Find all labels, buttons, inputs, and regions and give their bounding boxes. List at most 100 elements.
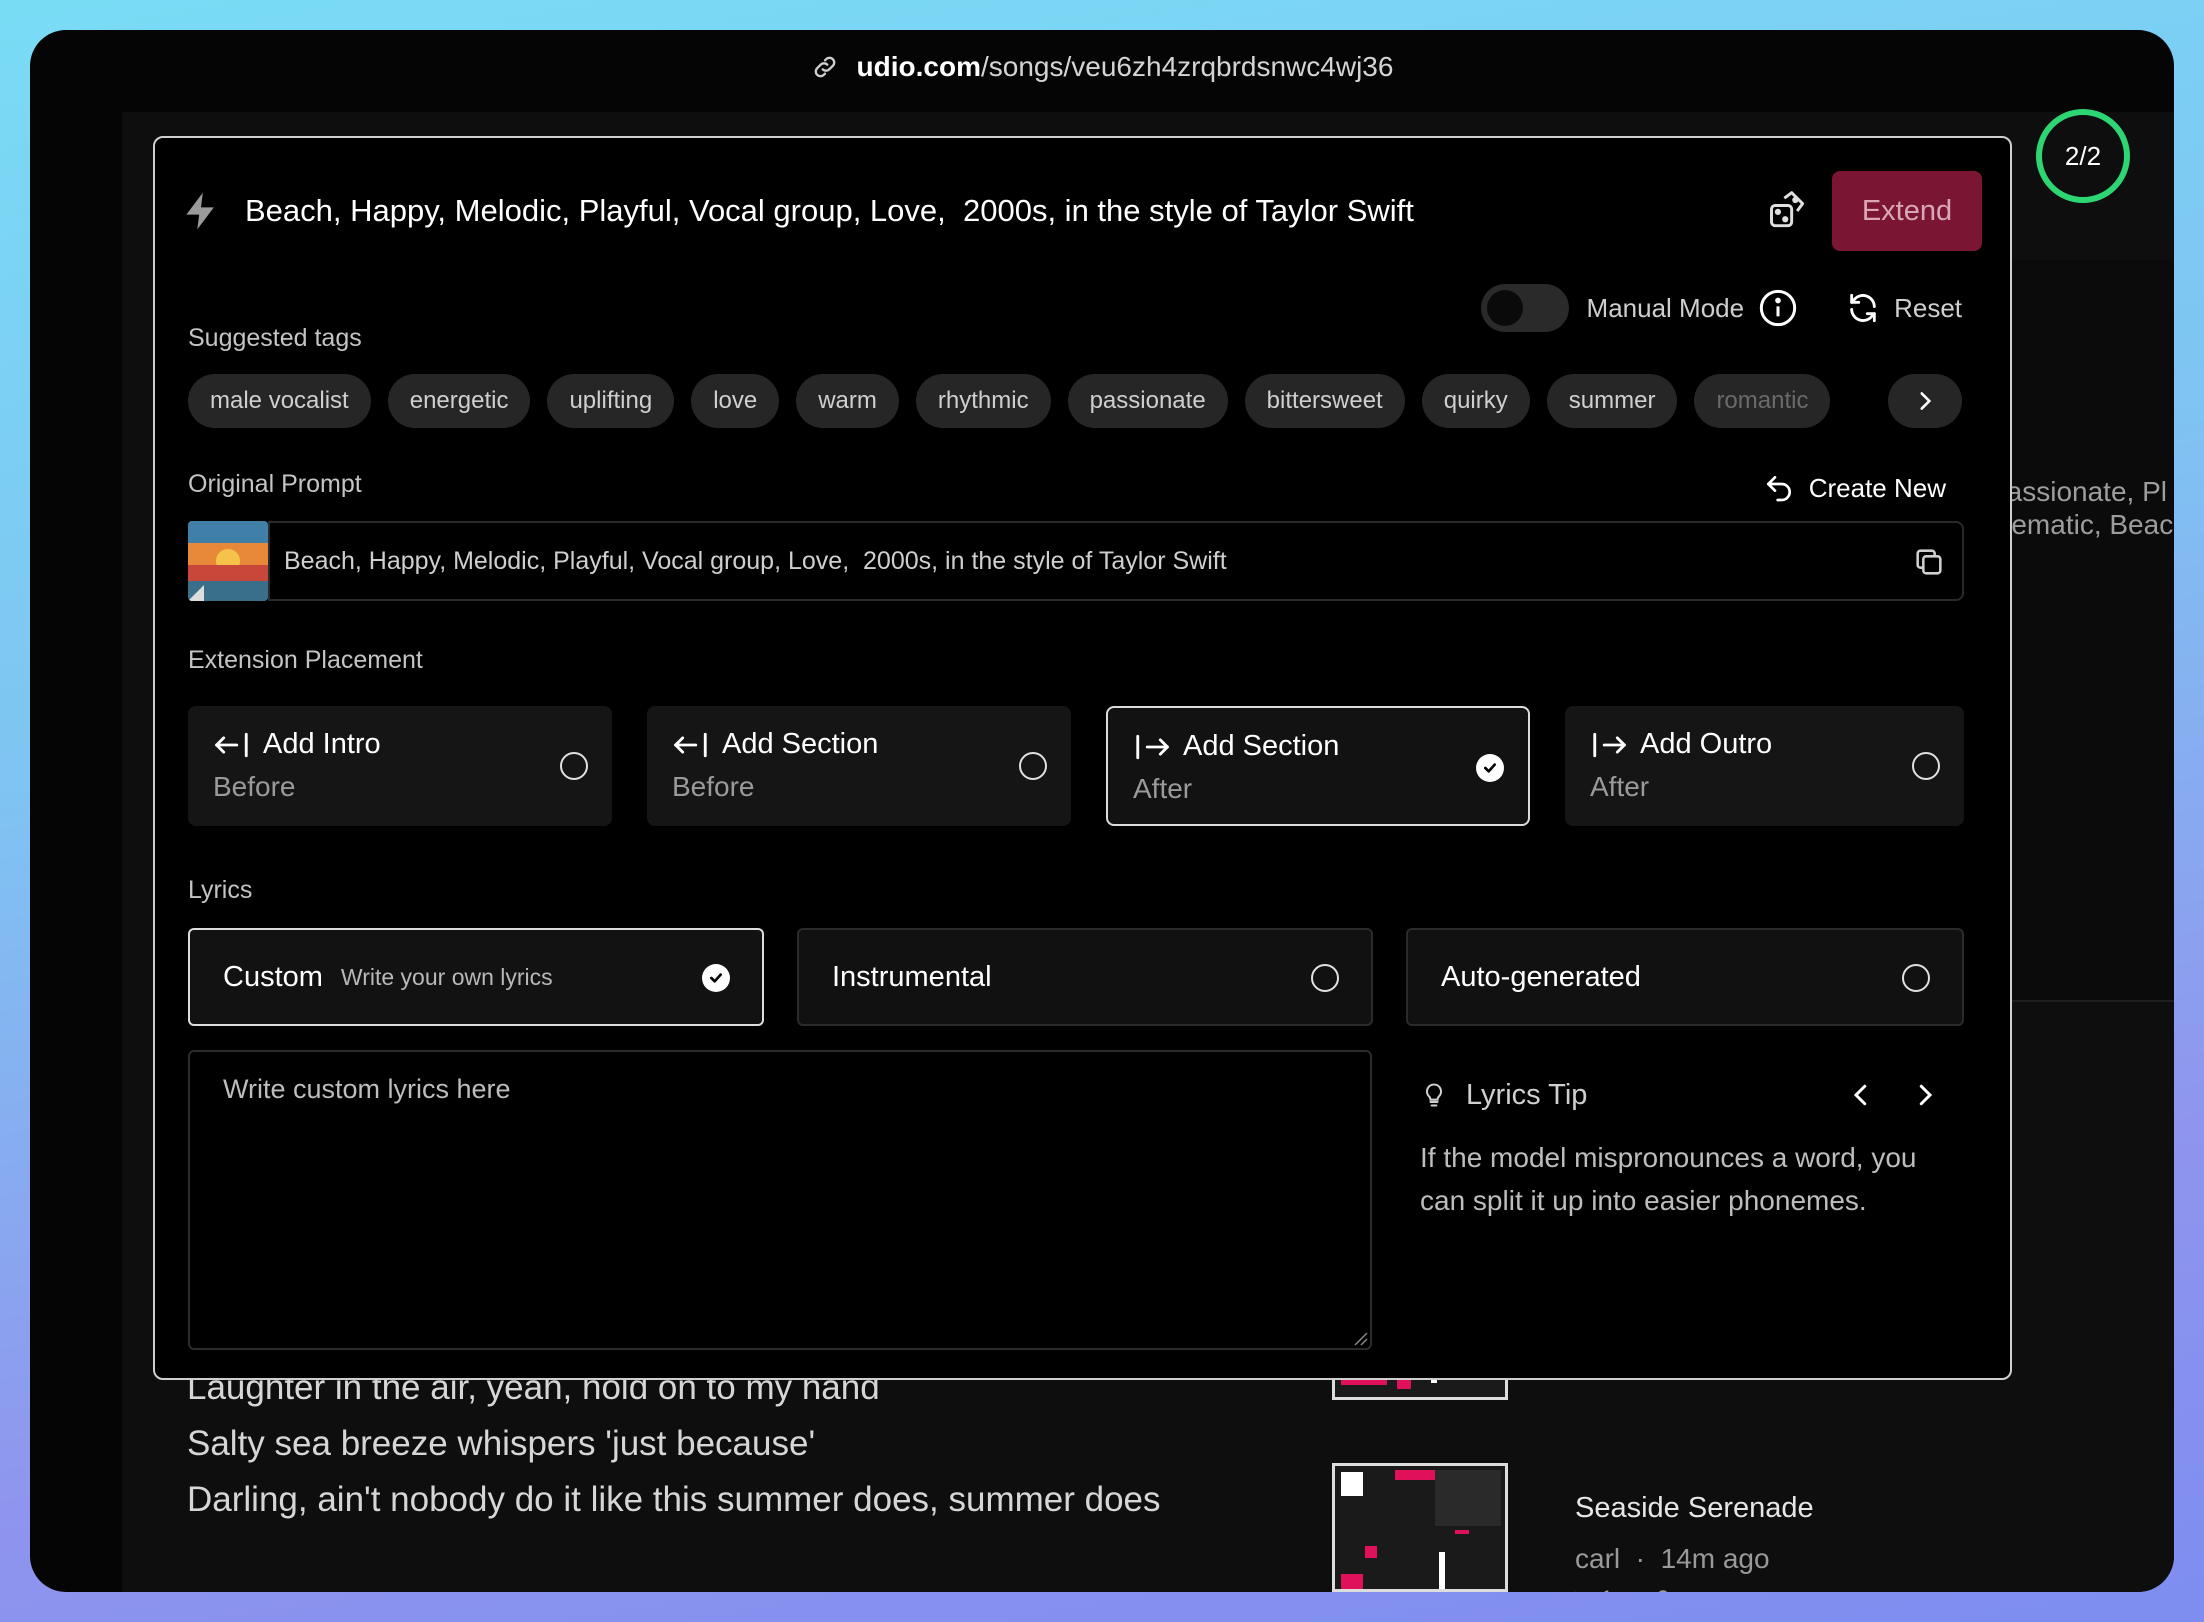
- chevron-right-icon[interactable]: [1910, 1080, 1940, 1110]
- lightning-icon: [186, 192, 214, 230]
- chevron-left-icon[interactable]: [1846, 1080, 1876, 1110]
- radio-button[interactable]: [1912, 752, 1940, 780]
- background-description: Passionate, Pl thematic, Beach: [1988, 475, 2174, 541]
- like-count-value: 0: [1656, 1586, 1669, 1593]
- tag-chip[interactable]: love: [691, 374, 780, 428]
- prompt-title[interactable]: Beach, Happy, Melodic, Playful, Vocal gr…: [245, 193, 1766, 229]
- placement-subtitle: Before: [213, 771, 296, 802]
- reset-button[interactable]: Reset: [1846, 291, 1962, 325]
- radio-button[interactable]: [1311, 964, 1339, 992]
- lyrics-option-custom[interactable]: Custom Write your own lyrics: [188, 928, 764, 1026]
- lyrics-tip-title: Lyrics Tip: [1466, 1078, 1588, 1111]
- check-icon: [710, 973, 722, 983]
- custom-lyrics-textarea[interactable]: Write custom lyrics here: [188, 1050, 1372, 1350]
- lyrics-line: Darling, ain't nobody do it like this su…: [187, 1480, 1161, 1519]
- tag-chip[interactable]: passionate: [1067, 374, 1228, 428]
- lyrics-tip-body: If the model mispronounces a word, you c…: [1420, 1142, 1917, 1216]
- placement-add-section-before[interactable]: Add Section Before: [647, 706, 1071, 826]
- dice-icon: [1770, 191, 1805, 228]
- placement-title: Add Section: [1183, 730, 1340, 762]
- placement-title: Add Section: [722, 728, 879, 760]
- radio-button-checked[interactable]: [1476, 754, 1504, 782]
- placement-add-outro[interactable]: Add Outro After: [1565, 706, 1964, 826]
- arrow-left-to-line-icon: [674, 732, 707, 757]
- song-stats: ▶ 1 ♥ 0: [1575, 1585, 1814, 1593]
- arrow-left-to-line-icon: [215, 732, 248, 757]
- original-prompt-label: Original Prompt: [188, 470, 362, 498]
- placement-subtitle: After: [1133, 773, 1193, 804]
- original-prompt-text: Beach, Happy, Melodic, Playful, Vocal gr…: [284, 546, 1227, 575]
- check-icon: [1484, 763, 1496, 773]
- play-icon: ▶: [1575, 1586, 1593, 1592]
- copy-icon[interactable]: [1912, 545, 1946, 579]
- mode-controls: Manual Mode Reset: [1480, 278, 1962, 338]
- manual-mode-toggle[interactable]: [1480, 284, 1569, 332]
- prompt-row: Beach, Happy, Melodic, Playful, Vocal gr…: [179, 168, 1982, 254]
- refresh-icon: [1850, 293, 1876, 323]
- lyrics-option-instrumental[interactable]: Instrumental: [797, 928, 1373, 1026]
- original-prompt-field[interactable]: Beach, Happy, Melodic, Playful, Vocal gr…: [268, 521, 1964, 601]
- extend-button[interactable]: Extend: [1832, 171, 1982, 251]
- lyrics-option-title: Auto-generated: [1441, 960, 1641, 993]
- song-time: 14m ago: [1660, 1543, 1770, 1574]
- radio-button-checked[interactable]: [702, 964, 730, 992]
- undo-icon: [1766, 476, 1791, 502]
- song-author[interactable]: carl: [1575, 1543, 1620, 1574]
- lightbulb-icon: [1425, 1083, 1443, 1107]
- link-icon: [814, 56, 835, 78]
- tag-chip[interactable]: warm: [796, 374, 899, 428]
- song-title[interactable]: Seaside Serenade: [1575, 1492, 1814, 1525]
- url-bar[interactable]: udio.com/songs/veu6zh4zrqbrdsnwc4wj36: [30, 30, 2174, 104]
- resize-handle-icon[interactable]: [1352, 1330, 1368, 1346]
- create-new-label: Create New: [1808, 472, 1946, 503]
- placement-add-intro[interactable]: Add Intro Before: [188, 706, 612, 826]
- original-song-artwork: [188, 521, 268, 601]
- lyrics-option-title: Custom: [223, 960, 323, 993]
- placement-subtitle: Before: [672, 771, 755, 802]
- song-list-item[interactable]: Seaside Serenade carl · 14m ago ▶ 1 ♥ 0: [1575, 1492, 1814, 1592]
- tag-chip[interactable]: romantic: [1694, 374, 1831, 428]
- extension-placement-options: Add Intro Before Add Section Before Add …: [188, 706, 1964, 826]
- arrow-right-from-line-icon: [1593, 732, 1626, 757]
- arrow-right-from-line-icon: [1136, 734, 1169, 759]
- suggested-tags: male vocalist energetic uplifting love w…: [188, 374, 1988, 428]
- tag-chip[interactable]: energetic: [387, 374, 531, 428]
- radio-button[interactable]: [560, 752, 588, 780]
- lyrics-option-title: Instrumental: [832, 960, 992, 993]
- heart-icon: ♥: [1636, 1586, 1650, 1593]
- placement-add-section-after[interactable]: Add Section After: [1106, 706, 1530, 826]
- play-count-value: 1: [1600, 1586, 1613, 1592]
- url-domain: udio.com: [856, 51, 981, 82]
- tag-chip[interactable]: summer: [1546, 374, 1678, 428]
- placement-title: Add Intro: [263, 728, 381, 760]
- create-new-button[interactable]: Create New: [1763, 472, 1946, 504]
- tag-chip[interactable]: rhythmic: [915, 374, 1051, 428]
- placement-subtitle: After: [1590, 771, 1650, 802]
- background-description-line: Passionate, Pl: [1988, 476, 2167, 507]
- tag-chip[interactable]: uplifting: [547, 374, 675, 428]
- lyrics-label: Lyrics: [188, 876, 253, 904]
- extension-placement-label: Extension Placement: [188, 646, 423, 674]
- placement-title: Add Outro: [1640, 728, 1773, 760]
- lyrics-placeholder: Write custom lyrics here: [223, 1074, 511, 1104]
- like-count: ♥ 0: [1636, 1586, 1670, 1593]
- play-count: ▶ 1: [1575, 1585, 1614, 1592]
- extend-modal: Beach, Happy, Melodic, Playful, Vocal gr…: [153, 136, 2012, 1380]
- background-description-line: thematic, Beach: [1988, 509, 2174, 540]
- remix-button[interactable]: [1766, 189, 1810, 233]
- lyrics-options: Custom Write your own lyrics Instrumenta…: [188, 928, 1964, 1026]
- reset-label: Reset: [1894, 292, 1962, 323]
- browser-window: udio.com/songs/veu6zh4zrqbrdsnwc4wj36 Pa…: [30, 30, 2174, 1592]
- song-thumbnail[interactable]: [1332, 1463, 1508, 1592]
- manual-mode-label: Manual Mode: [1586, 292, 1745, 323]
- tag-chip[interactable]: bittersweet: [1244, 374, 1405, 428]
- info-icon[interactable]: [1758, 288, 1798, 328]
- radio-button[interactable]: [1902, 964, 1930, 992]
- tag-chip[interactable]: male vocalist: [188, 374, 371, 428]
- radio-button[interactable]: [1019, 752, 1047, 780]
- generation-counter: 2/2: [2036, 109, 2130, 203]
- lyrics-option-auto-generated[interactable]: Auto-generated: [1406, 928, 1964, 1026]
- url-path: /songs/veu6zh4zrqbrdsnwc4wj36: [981, 51, 1394, 82]
- tags-next-button[interactable]: [1888, 374, 1962, 428]
- tag-chip[interactable]: quirky: [1421, 374, 1530, 428]
